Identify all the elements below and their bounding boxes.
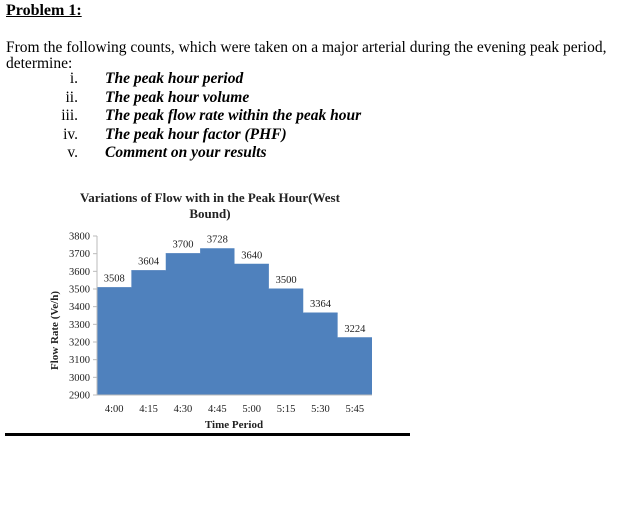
y-tick-label: 3600 — [69, 267, 90, 278]
y-tick-label: 3500 — [69, 285, 90, 296]
data-label: 3364 — [310, 299, 332, 310]
data-label: 3508 — [104, 274, 125, 285]
task-number: i. — [69, 70, 78, 87]
y-tick-label: 3100 — [69, 355, 90, 366]
task-text: The peak hour period — [105, 70, 244, 87]
horizontal-rule — [5, 433, 410, 436]
data-label: 3604 — [138, 257, 160, 268]
chart-title: Variations of Flow with in the Peak Hour… — [80, 190, 341, 205]
x-tick-label: 5:45 — [345, 404, 364, 415]
chart-title: Bound) — [189, 206, 230, 221]
task-number: v. — [67, 144, 78, 161]
x-tick-label: 4:45 — [208, 404, 227, 415]
y-tick-label: 3800 — [69, 232, 90, 243]
data-label: 3500 — [276, 275, 297, 286]
x-tick-label: 5:15 — [277, 404, 296, 415]
data-label: 3700 — [172, 240, 193, 251]
task-number: iv. — [63, 125, 78, 143]
y-axis-title: Flow Rate (Ve/h) — [49, 291, 61, 370]
y-tick-label: 3700 — [69, 249, 90, 260]
task-text: Comment on your results — [105, 144, 267, 161]
problem-heading: Problem 1: — [6, 2, 82, 19]
x-tick-label: 4:30 — [174, 404, 193, 415]
data-label: 3224 — [344, 324, 366, 335]
y-tick-label: 3000 — [69, 373, 90, 384]
y-tick-label: 3400 — [69, 302, 90, 313]
task-text: The peak hour volume — [105, 88, 250, 106]
task-text: The peak flow rate within the peak hour — [105, 107, 362, 124]
task-number: ii. — [65, 88, 79, 106]
y-tick-label: 3200 — [69, 338, 90, 349]
data-label: 3640 — [241, 250, 262, 261]
task-number: iii. — [61, 107, 78, 124]
x-tick-label: 5:00 — [242, 404, 261, 415]
x-axis-title: Time Period — [205, 419, 263, 430]
x-tick-label: 4:15 — [139, 404, 158, 415]
x-tick-label: 5:30 — [311, 404, 330, 415]
data-label: 3728 — [207, 235, 228, 246]
y-tick-label: 2900 — [69, 391, 90, 402]
flow-chart: Variations of Flow with in the Peak Hour… — [49, 190, 372, 430]
task-text: The peak hour factor (PHF) — [105, 125, 287, 143]
problem-statement: From the following counts, which were ta… — [6, 39, 607, 72]
x-tick-label: 4:00 — [105, 404, 124, 415]
y-tick-label: 3300 — [69, 320, 90, 331]
